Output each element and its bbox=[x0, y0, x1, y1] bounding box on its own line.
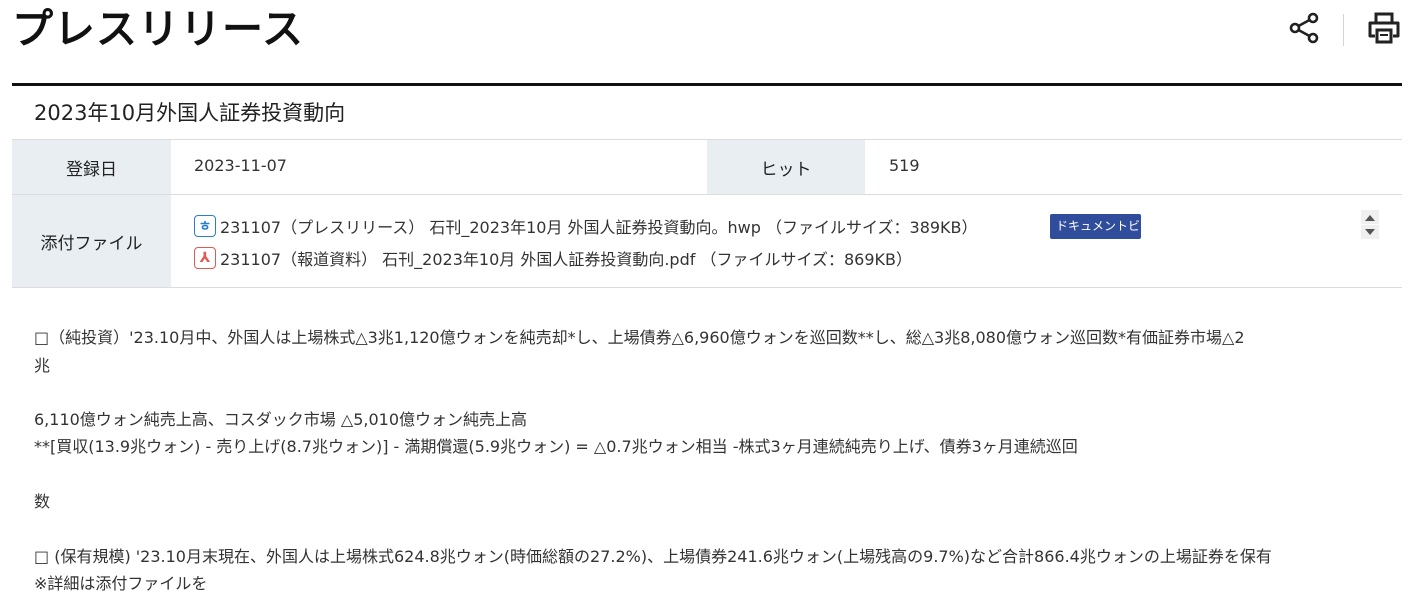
pdf-file-icon: ⅄ bbox=[194, 247, 216, 269]
share-button[interactable] bbox=[1284, 8, 1324, 48]
registered-date-value: 2023-11-07 bbox=[194, 156, 287, 175]
body-paragraph: ※詳細は添付ファイルを bbox=[34, 574, 208, 593]
body-paragraph: 兆 bbox=[34, 356, 51, 375]
scroll-up-button[interactable] bbox=[1361, 210, 1379, 224]
table-row-border bbox=[12, 194, 1402, 195]
attachments-label: 添付ファイル bbox=[12, 195, 171, 287]
article-title: 2023年10月外国人証券投資動向 bbox=[34, 101, 346, 125]
hits-label: ヒット bbox=[707, 140, 865, 194]
body-paragraph: □（純投資）'23.10月中、外国人は上場株式△3兆1,120億ウォンを純売却*… bbox=[34, 328, 1245, 347]
document-viewer-button[interactable]: ドキュメントビューア bbox=[1050, 214, 1141, 239]
body-paragraph: 6,110億ウォン純売上高、コスダック市場 △5,010億ウォン純売上高 bbox=[34, 410, 528, 429]
attachment-hwp-link[interactable]: ㅎ 231107（プレスリリース） 石刊_2023年10月 外国人証券投資動向。… bbox=[194, 213, 978, 239]
hits-value: 519 bbox=[889, 156, 920, 175]
print-button[interactable] bbox=[1364, 8, 1404, 48]
table-bottom-border bbox=[12, 287, 1402, 288]
scroll-up-icon bbox=[1365, 214, 1375, 221]
registered-date-label: 登録日 bbox=[12, 140, 171, 194]
body-paragraph: □ (保有規模) '23.10月末現在、外国人は上場株式624.8兆ウォン(時価… bbox=[34, 547, 1272, 566]
body-paragraph: 数 bbox=[34, 492, 51, 511]
hwp-file-icon: ㅎ bbox=[194, 215, 216, 237]
title-rule bbox=[12, 83, 1402, 86]
toolbar-divider bbox=[1343, 14, 1344, 46]
scroll-down-icon bbox=[1365, 228, 1375, 235]
print-icon bbox=[1368, 12, 1400, 44]
body-paragraph: **[買収(13.9兆ウォン) - 売り上げ(8.7兆ウォン)] - 満期償還(… bbox=[34, 437, 1078, 456]
scroll-down-button[interactable] bbox=[1361, 225, 1379, 239]
page-title: プレスリリース bbox=[12, 5, 304, 53]
attachment-hwp-name: 231107（プレスリリース） 石刊_2023年10月 外国人証券投資動向。hw… bbox=[220, 218, 978, 237]
attachment-pdf-link[interactable]: ⅄ 231107（報道資料） 石刊_2023年10月 外国人証券投資動向.pdf… bbox=[194, 245, 912, 271]
attachment-pdf-name: 231107（報道資料） 石刊_2023年10月 外国人証券投資動向.pdf （… bbox=[220, 250, 912, 269]
share-icon bbox=[1289, 12, 1319, 44]
